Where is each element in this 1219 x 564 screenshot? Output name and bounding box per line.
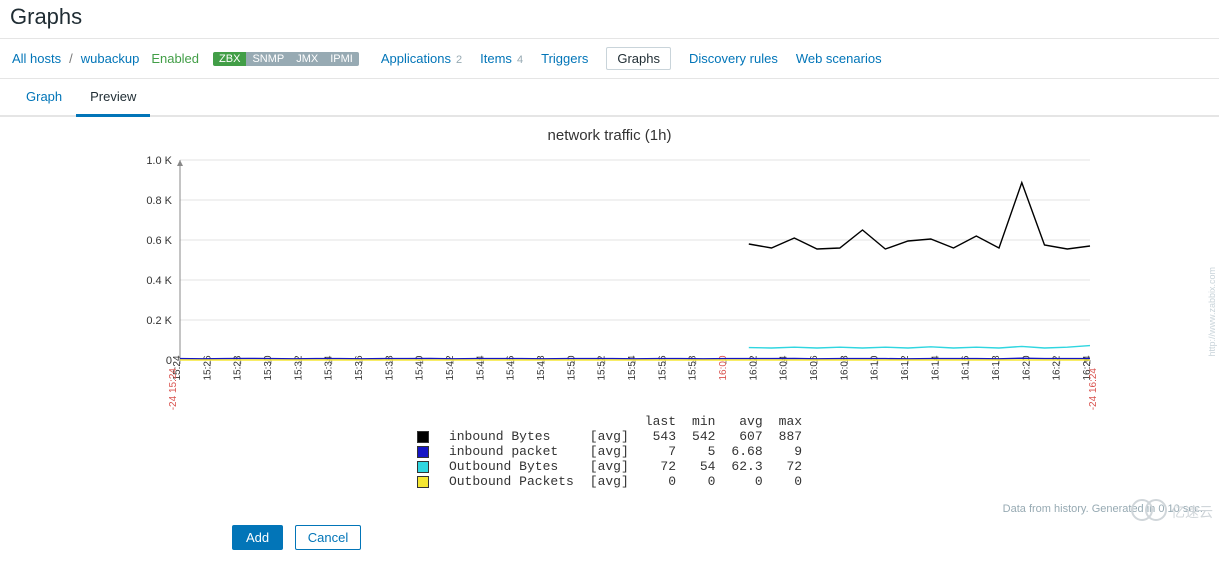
nav-items[interactable]: Items 4	[480, 51, 523, 66]
svg-text:05-24 16:24: 05-24 16:24	[1088, 368, 1099, 410]
form-tabs: Graph Preview	[0, 78, 1219, 117]
nav-graphs[interactable]: Graphs	[606, 47, 671, 70]
chart-svg: 00.2 K0.4 K0.6 K0.8 K1.0 K15:2415:2615:2…	[120, 150, 1100, 410]
svg-text:0.8 K: 0.8 K	[146, 195, 172, 207]
breadcrumb-all-hosts[interactable]: All hosts	[12, 51, 61, 66]
interface-tag-snmp: SNMP	[246, 52, 290, 66]
source-url: http://www.zabbix.com	[1207, 267, 1217, 357]
form-actions: Add Cancel	[0, 521, 1219, 564]
svg-text:0.6 K: 0.6 K	[146, 235, 172, 247]
host-header: All hosts / wubackup Enabled ZBXSNMPJMXI…	[0, 38, 1219, 78]
svg-text:1.0 K: 1.0 K	[146, 155, 172, 167]
watermark: 亿速云	[1131, 499, 1213, 524]
svg-text:0.4 K: 0.4 K	[146, 275, 172, 287]
chart-preview: network traffic (1h) 00.2 K0.4 K0.6 K0.8…	[0, 117, 1219, 503]
legend-row: inbound Bytes[avg]543542607887	[409, 429, 810, 444]
footer-note: Data from history. Generated in 0.10 sec…	[0, 503, 1219, 521]
interface-tag-ipmi: IPMI	[324, 52, 359, 66]
legend-row: Outbound Packets[avg]0000	[409, 474, 810, 489]
legend-row: inbound packet[avg]756.689	[409, 444, 810, 459]
breadcrumb-sep: /	[69, 51, 73, 66]
interface-tags: ZBXSNMPJMXIPMI	[213, 52, 359, 66]
tab-graph[interactable]: Graph	[12, 79, 76, 117]
legend-row: Outbound Bytes[avg]725462.372	[409, 459, 810, 474]
interface-tag-jmx: JMX	[290, 52, 324, 66]
host-subnav: Applications 2 Items 4 Triggers Graphs Disco…	[381, 47, 882, 70]
svg-text:0.2 K: 0.2 K	[146, 315, 172, 327]
watermark-text: 亿速云	[1171, 502, 1213, 522]
cancel-button[interactable]: Cancel	[295, 525, 361, 550]
svg-text:05-24 15:24: 05-24 15:24	[168, 368, 179, 410]
add-button[interactable]: Add	[232, 525, 283, 550]
page-title: Graphs	[0, 0, 1219, 38]
nav-web-scenarios[interactable]: Web scenarios	[796, 51, 882, 66]
chart-title: network traffic (1h)	[20, 127, 1199, 144]
nav-discovery-rules[interactable]: Discovery rules	[689, 51, 778, 66]
tab-preview[interactable]: Preview	[76, 79, 150, 117]
nav-triggers[interactable]: Triggers	[541, 51, 588, 66]
status-enabled: Enabled	[151, 51, 199, 66]
nav-applications[interactable]: Applications 2	[381, 51, 462, 66]
legend-table: lastminavgmaxinbound Bytes[avg]543542607…	[409, 414, 810, 489]
breadcrumb-host[interactable]: wubackup	[81, 51, 140, 66]
watermark-icon	[1131, 499, 1167, 524]
interface-tag-zbx: ZBX	[213, 52, 246, 66]
